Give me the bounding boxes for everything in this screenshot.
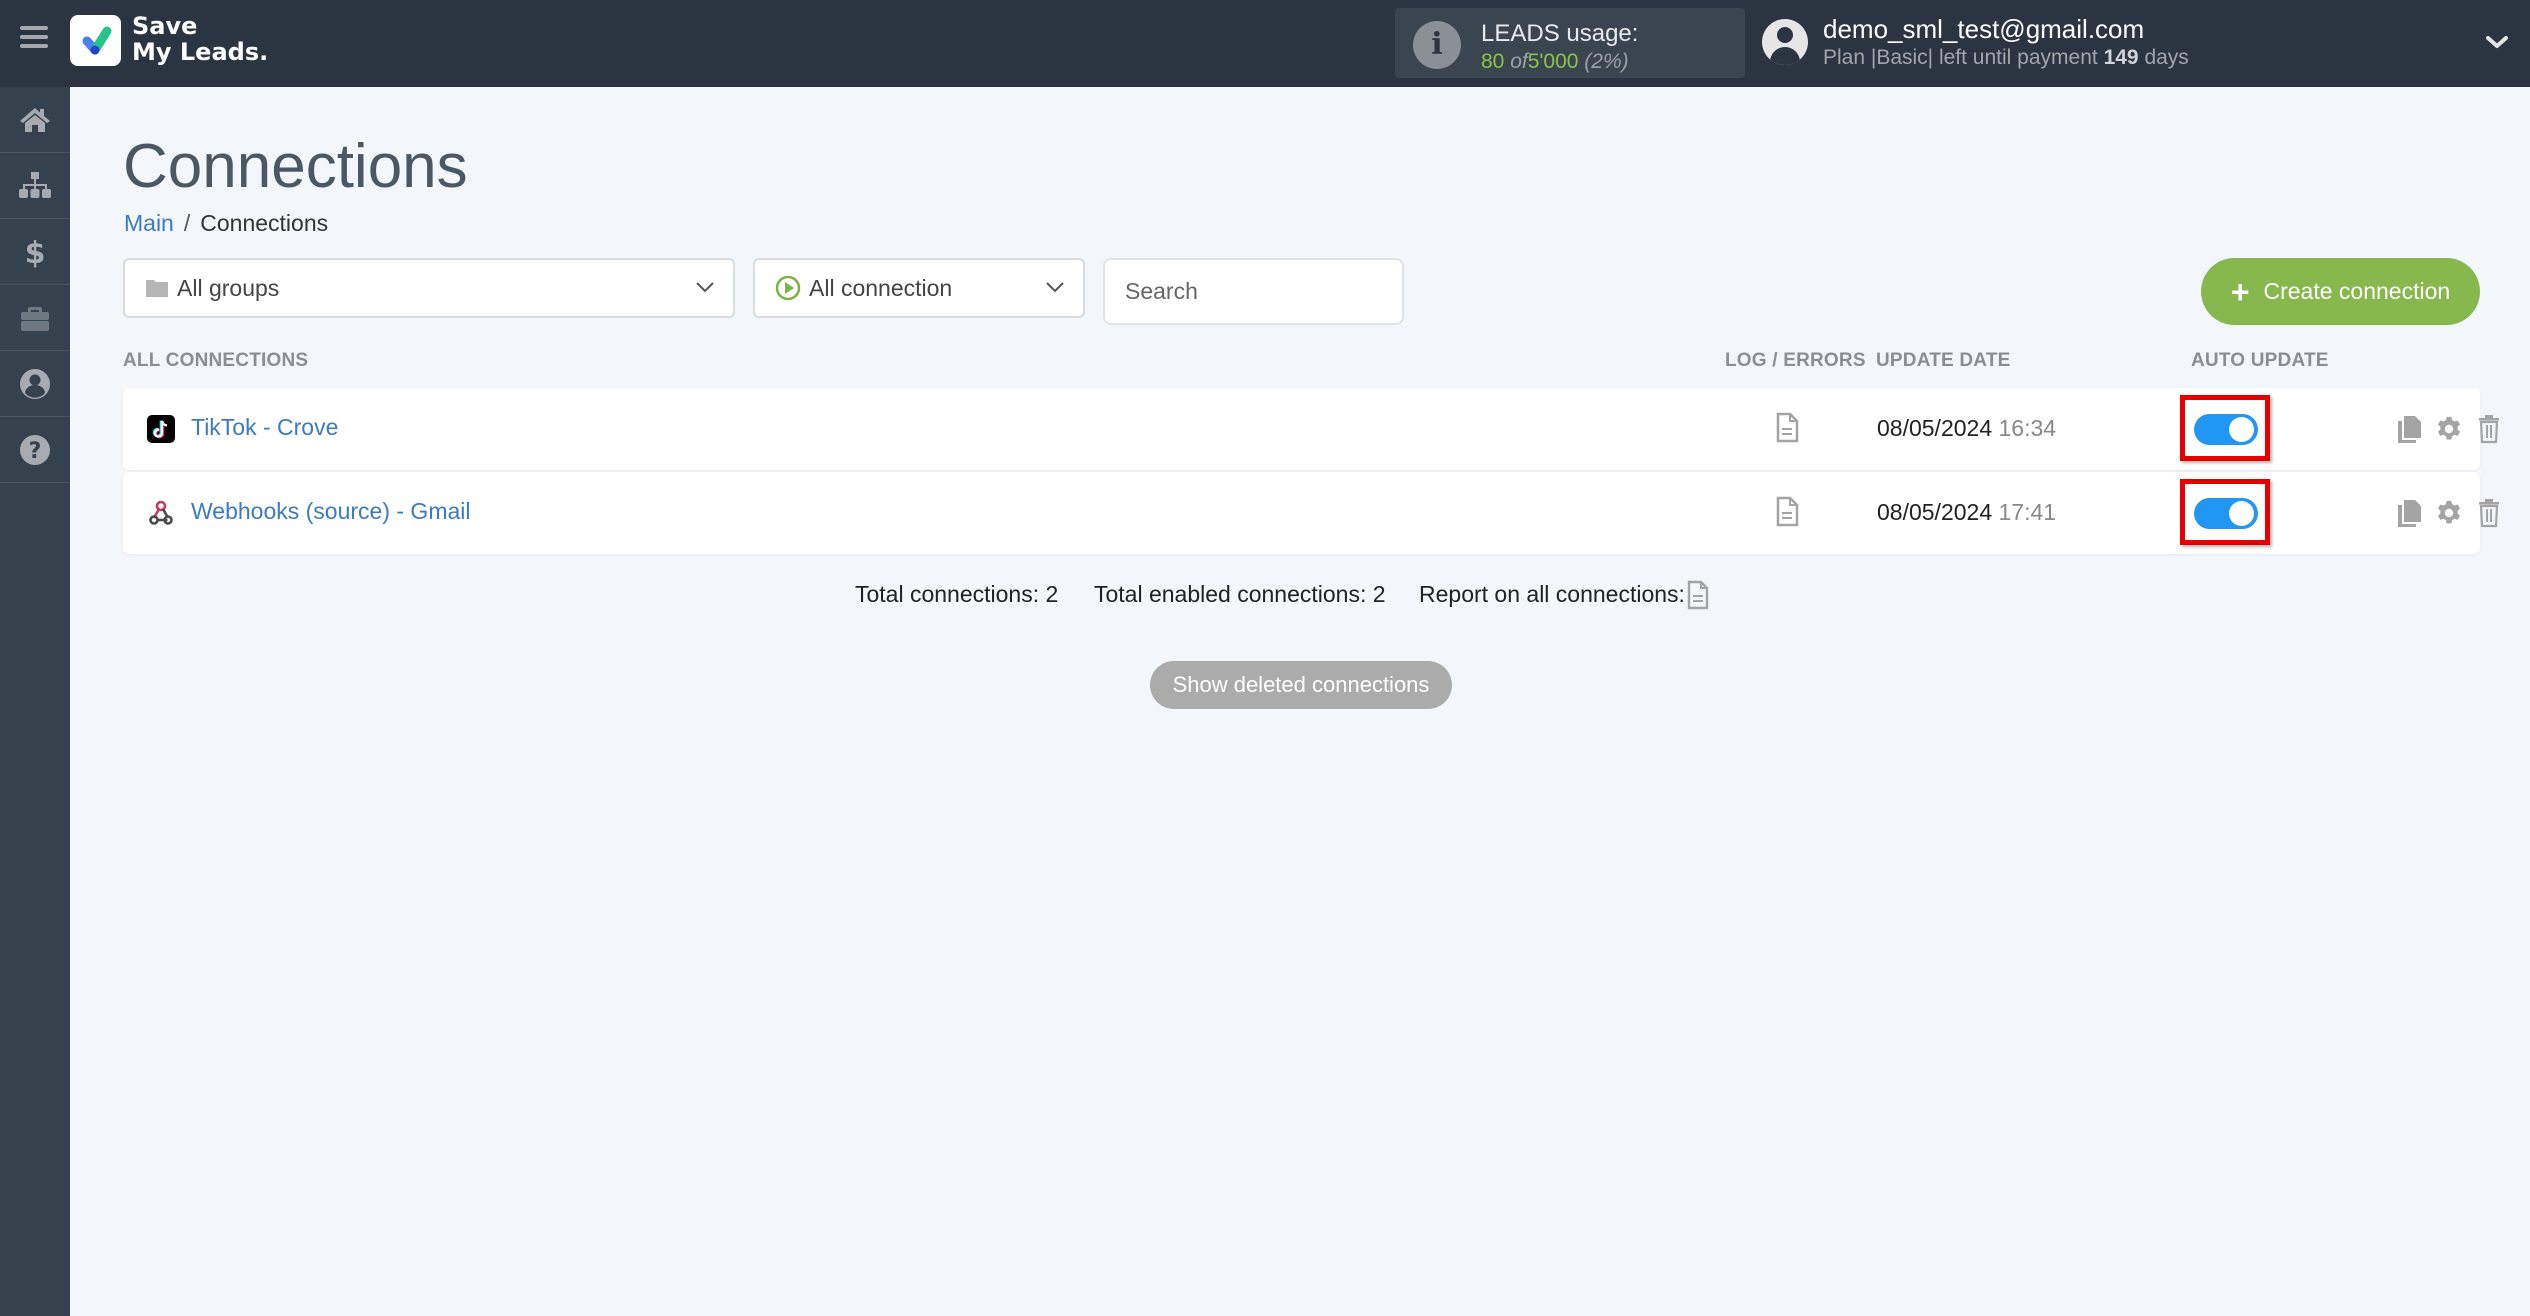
- connection-select-value: All connection: [809, 274, 953, 301]
- usage-percent: (2%): [1584, 50, 1629, 73]
- sidebar-item-account[interactable]: [0, 351, 70, 417]
- row-actions: [2395, 498, 2503, 528]
- header-update-date: UPDATE DATE: [1876, 350, 2011, 371]
- chevron-down-icon[interactable]: [2485, 32, 2509, 52]
- webhook-icon: [149, 500, 173, 525]
- total-enabled-connections: Total enabled connections: 2: [1094, 581, 1386, 607]
- gear-icon[interactable]: [2435, 498, 2463, 528]
- user-circle-icon: [20, 368, 50, 399]
- create-connection-button[interactable]: + Create connection: [2201, 258, 2480, 325]
- groups-select-value: All groups: [177, 274, 280, 301]
- folder-icon: [146, 280, 168, 297]
- auto-update-toggle[interactable]: [2194, 498, 2258, 529]
- copy-icon[interactable]: [2395, 498, 2423, 528]
- main-content: Connections Main / Connections All groups …: [70, 87, 2530, 1316]
- info-icon: i: [1413, 21, 1461, 69]
- report-file-icon[interactable]: [1687, 580, 1709, 610]
- total-connections: Total connections: 2: [855, 581, 1059, 607]
- auto-update-toggle[interactable]: [2194, 414, 2258, 445]
- briefcase-icon: [21, 306, 49, 331]
- usage-value: 80 of5'000 (2%): [1481, 50, 1629, 74]
- breadcrumb-separator: /: [183, 210, 191, 236]
- show-deleted-connections-button[interactable]: Show deleted connections: [1150, 661, 1452, 709]
- sidebar-item-home[interactable]: [0, 87, 70, 153]
- header-auto-update: AUTO UPDATE: [2191, 350, 2329, 371]
- plan-days-suffix: days: [2144, 46, 2189, 69]
- user-avatar-icon[interactable]: [1762, 19, 1808, 65]
- user-email[interactable]: demo_sml_test@gmail.com: [1823, 14, 2144, 45]
- usage-of: of: [1510, 50, 1528, 73]
- date-value: 08/05/2024: [1877, 499, 1993, 525]
- logo-line2: My Leads.: [132, 38, 269, 66]
- chevron-down-icon: [1046, 282, 1064, 293]
- menu-icon[interactable]: [20, 26, 48, 50]
- highlight-box: [2180, 479, 2270, 545]
- date-value: 08/05/2024: [1877, 415, 1993, 441]
- report-all-connections-label: Report on all connections:: [1419, 581, 1685, 607]
- page-title: Connections: [123, 132, 468, 201]
- trash-icon[interactable]: [2475, 498, 2503, 528]
- svg-text:$: $: [25, 236, 46, 269]
- time-value: 17:41: [1998, 499, 2057, 525]
- table-row: TikTok - Crove 08/05/2024 16:34: [123, 388, 2499, 470]
- plus-icon: +: [2230, 273, 2250, 310]
- connection-status-select[interactable]: All connection: [753, 258, 1085, 318]
- usage-total: 5'000: [1527, 50, 1579, 73]
- home-icon: [20, 107, 50, 132]
- sitemap-icon: [19, 171, 51, 198]
- dollar-icon: $: [25, 236, 46, 269]
- connection-name-link[interactable]: Webhooks (source) - Gmail: [191, 498, 471, 525]
- groups-select[interactable]: All groups: [123, 258, 735, 318]
- usage-title: LEADS usage:: [1481, 20, 1639, 47]
- breadcrumb: Main / Connections: [124, 210, 328, 237]
- trash-icon[interactable]: [2475, 414, 2503, 444]
- leads-usage-panel: i LEADS usage: 80 of5'000 (2%): [1395, 8, 1745, 78]
- sidebar-item-connections[interactable]: [0, 153, 70, 219]
- time-value: 16:34: [1998, 415, 2057, 441]
- breadcrumb-main-link[interactable]: Main: [124, 210, 174, 236]
- row-actions: [2395, 414, 2503, 444]
- tiktok-icon: [147, 415, 175, 443]
- search-input[interactable]: [1103, 258, 1404, 325]
- chevron-down-icon: [696, 282, 714, 293]
- header-all-connections: ALL CONNECTIONS: [123, 350, 309, 371]
- user-plan: Plan |Basic| left until payment 149 days: [1823, 46, 2189, 70]
- log-file-icon[interactable]: [1775, 496, 1799, 528]
- plan-days: 149: [2103, 46, 2139, 69]
- highlight-box: [2180, 395, 2270, 461]
- logo-line1: Save: [132, 12, 198, 40]
- header-log-errors: LOG / ERRORS: [1725, 350, 1866, 371]
- sidebar-item-help[interactable]: ?: [0, 417, 70, 483]
- logo-icon[interactable]: [70, 15, 121, 66]
- plan-text: Plan |Basic| left until payment: [1823, 46, 2098, 69]
- gear-icon[interactable]: [2435, 414, 2463, 444]
- log-file-icon[interactable]: [1775, 412, 1799, 444]
- update-date: 08/05/2024 17:41: [1877, 499, 2056, 526]
- create-connection-label: Create connection: [2263, 278, 2451, 304]
- top-bar: Save My Leads. i LEADS usage: 80 of5'000…: [0, 0, 2530, 87]
- update-date: 08/05/2024 16:34: [1877, 415, 2056, 442]
- svg-text:?: ?: [29, 439, 42, 464]
- question-circle-icon: ?: [20, 434, 50, 465]
- breadcrumb-current: Connections: [200, 210, 329, 236]
- logo-text: Save My Leads.: [132, 13, 268, 65]
- play-circle-icon: [775, 275, 801, 301]
- sidebar: $ ?: [0, 87, 70, 1316]
- connection-name-link[interactable]: TikTok - Crove: [191, 414, 338, 441]
- sidebar-item-billing[interactable]: $: [0, 219, 70, 285]
- sidebar-item-tools[interactable]: [0, 285, 70, 351]
- copy-icon[interactable]: [2395, 414, 2423, 444]
- table-row: Webhooks (source) - Gmail 08/05/2024 17:…: [123, 472, 2499, 554]
- usage-used: 80: [1481, 50, 1505, 73]
